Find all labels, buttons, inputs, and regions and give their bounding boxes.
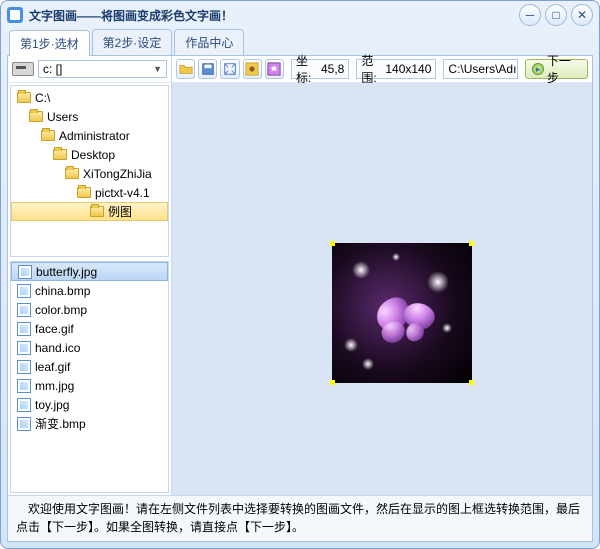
- resize-handle-tl[interactable]: [330, 241, 335, 246]
- upper-pane: c: [] ▼ C:\ Users Administrator Desktop XiTo…: [8, 56, 592, 495]
- file-item[interactable]: 渐变.bmp: [11, 414, 168, 433]
- folder-icon: [53, 149, 67, 160]
- file-list[interactable]: butterfly.jpg china.bmp color.bmp face.gif h…: [10, 261, 169, 493]
- tab-0[interactable]: 第1步·选材: [9, 30, 90, 56]
- file-item[interactable]: face.gif: [11, 319, 168, 338]
- toolbar: 坐标:45,8 范围:140x140 C:\Users\Adı ▸ 下一步: [172, 56, 592, 83]
- app-icon: [7, 7, 23, 23]
- drive-select[interactable]: c: [] ▼: [38, 60, 167, 78]
- file-item[interactable]: butterfly.jpg: [11, 262, 168, 281]
- image-file-icon: [17, 341, 31, 355]
- file-name: butterfly.jpg: [36, 265, 97, 279]
- image-file-icon: [17, 417, 31, 431]
- effect-button[interactable]: [265, 59, 284, 79]
- folder-icon: [77, 187, 91, 198]
- minimize-button[interactable]: ─: [519, 4, 541, 26]
- tree-item-label: 例图: [108, 203, 132, 220]
- image-file-icon: [17, 379, 31, 393]
- file-name: hand.ico: [35, 341, 80, 355]
- next-button[interactable]: ▸ 下一步: [525, 59, 588, 79]
- coord-label: 坐标:: [296, 52, 321, 86]
- tree-item[interactable]: XiTongZhiJia: [11, 164, 168, 183]
- status-text: 欢迎使用文字图画！请在左侧文件列表中选择要转换的图画文件，然后在显示的图上框选转…: [16, 502, 580, 533]
- open-button[interactable]: [176, 59, 195, 79]
- folder-icon: [90, 206, 104, 217]
- tree-item[interactable]: Administrator: [11, 126, 168, 145]
- range-value: 140x140: [385, 62, 431, 76]
- left-pane: c: [] ▼ C:\ Users Administrator Desktop XiTo…: [8, 56, 172, 495]
- image-file-icon: [17, 398, 31, 412]
- folder-tree[interactable]: C:\ Users Administrator Desktop XiTongZhiJia…: [10, 85, 169, 257]
- save-button[interactable]: [198, 59, 217, 79]
- titlebar: 文字图画——将图画变成彩色文字画！ ─ □ ✕: [1, 1, 599, 29]
- tree-item[interactable]: Users: [11, 107, 168, 126]
- file-name: china.bmp: [35, 284, 90, 298]
- actual-size-button[interactable]: [243, 59, 262, 79]
- drive-selected-text: c: []: [43, 62, 62, 76]
- file-name: 渐变.bmp: [35, 415, 86, 432]
- image-file-icon: [17, 303, 31, 317]
- content-area: c: [] ▼ C:\ Users Administrator Desktop XiTo…: [7, 55, 593, 542]
- resize-handle-br[interactable]: [469, 380, 474, 385]
- path-text: C:\Users\Adı: [448, 62, 516, 76]
- preview-image: [332, 243, 472, 383]
- range-label: 范围:: [361, 52, 385, 86]
- close-button[interactable]: ✕: [571, 4, 593, 26]
- folder-icon: [29, 111, 43, 122]
- tab-2[interactable]: 作品中心: [174, 29, 244, 55]
- file-item[interactable]: toy.jpg: [11, 395, 168, 414]
- coord-value: 45,8: [321, 62, 344, 76]
- path-field[interactable]: C:\Users\Adı: [443, 59, 518, 79]
- drive-icon: [12, 62, 34, 76]
- right-pane: 坐标:45,8 范围:140x140 C:\Users\Adı ▸ 下一步: [172, 56, 592, 495]
- selection-rect[interactable]: [332, 243, 472, 383]
- image-file-icon: [17, 322, 31, 336]
- app-window: 文字图画——将图画变成彩色文字画！ ─ □ ✕ 第1步·选材第2步·设定作品中心…: [0, 0, 600, 549]
- file-name: leaf.gif: [35, 360, 70, 374]
- image-file-icon: [17, 360, 31, 374]
- tree-item-label: C:\: [35, 91, 50, 105]
- folder-icon: [65, 168, 79, 179]
- image-file-icon: [18, 265, 32, 279]
- tree-item[interactable]: Desktop: [11, 145, 168, 164]
- fit-button[interactable]: [220, 59, 239, 79]
- arrow-down-icon: ▸: [532, 63, 544, 75]
- tree-item-label: Administrator: [59, 129, 130, 143]
- next-label: 下一步: [547, 52, 581, 86]
- tree-item[interactable]: C:\: [11, 88, 168, 107]
- folder-icon: [41, 130, 55, 141]
- tree-item[interactable]: pictxt-v4.1: [11, 183, 168, 202]
- file-name: face.gif: [35, 322, 74, 336]
- tree-item-label: Users: [47, 110, 78, 124]
- preview-canvas[interactable]: [172, 83, 592, 495]
- tree-item-label: pictxt-v4.1: [95, 186, 150, 200]
- tree-item-label: Desktop: [71, 148, 115, 162]
- file-item[interactable]: mm.jpg: [11, 376, 168, 395]
- window-title: 文字图画——将图画变成彩色文字画！: [29, 7, 515, 24]
- resize-handle-tr[interactable]: [469, 241, 474, 246]
- coord-readout: 坐标:45,8: [291, 59, 349, 79]
- image-file-icon: [17, 284, 31, 298]
- range-readout: 范围:140x140: [356, 59, 436, 79]
- file-name: color.bmp: [35, 303, 87, 317]
- file-name: toy.jpg: [35, 398, 69, 412]
- resize-handle-bl[interactable]: [330, 380, 335, 385]
- tree-item-label: XiTongZhiJia: [83, 167, 152, 181]
- drive-row: c: [] ▼: [8, 56, 171, 83]
- butterfly-graphic: [370, 295, 440, 345]
- folder-icon: [17, 92, 31, 103]
- file-item[interactable]: leaf.gif: [11, 357, 168, 376]
- chevron-down-icon: ▼: [153, 64, 162, 74]
- tree-item[interactable]: 例图: [11, 202, 168, 221]
- file-item[interactable]: china.bmp: [11, 281, 168, 300]
- maximize-button[interactable]: □: [545, 4, 567, 26]
- tab-1[interactable]: 第2步·设定: [92, 29, 173, 55]
- file-item[interactable]: hand.ico: [11, 338, 168, 357]
- status-bar: 欢迎使用文字图画！请在左侧文件列表中选择要转换的图画文件，然后在显示的图上框选转…: [8, 495, 592, 541]
- file-name: mm.jpg: [35, 379, 74, 393]
- file-item[interactable]: color.bmp: [11, 300, 168, 319]
